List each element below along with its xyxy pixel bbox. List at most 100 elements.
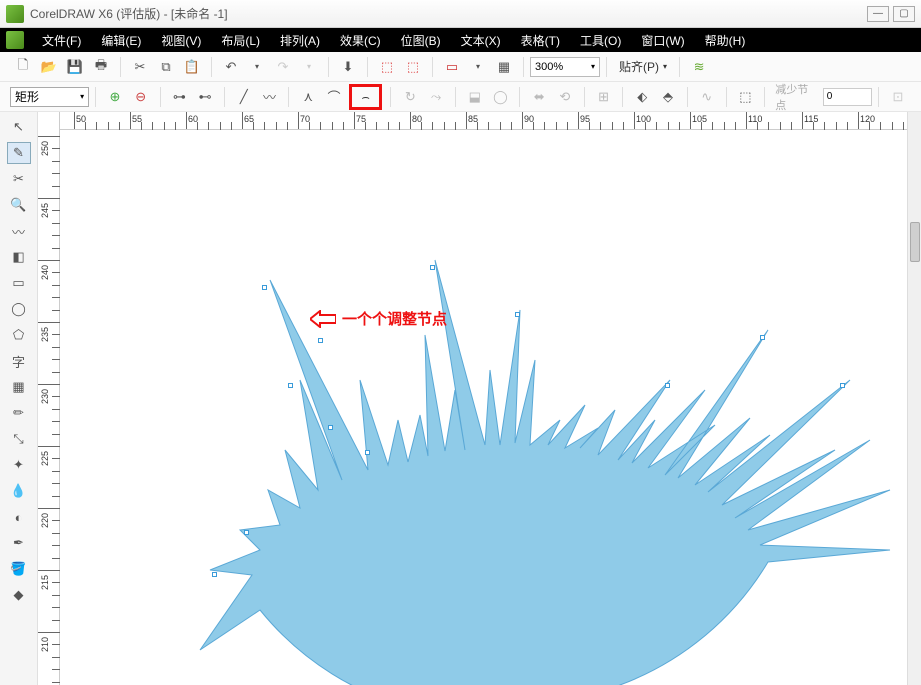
- zoom-tool-icon[interactable]: 🔍: [7, 194, 31, 216]
- reduce-nodes-label: 减少节点: [775, 81, 818, 113]
- edit-node[interactable]: [665, 383, 670, 388]
- edit-node[interactable]: [365, 450, 370, 455]
- delete-node-icon[interactable]: ⊖: [130, 86, 152, 108]
- elastic-mode-icon[interactable]: ∿: [696, 86, 718, 108]
- edit-node[interactable]: [318, 338, 323, 343]
- bounding-box-icon[interactable]: ⊡: [887, 86, 909, 108]
- freehand-tool-icon[interactable]: 〰: [7, 220, 31, 242]
- menu-arrange[interactable]: 排列(A): [270, 32, 330, 49]
- edit-node[interactable]: [262, 285, 267, 290]
- align-nodes-icon[interactable]: ⊞: [593, 86, 615, 108]
- edit-node[interactable]: [212, 572, 217, 577]
- paste-icon[interactable]: 📋: [181, 56, 203, 78]
- reflect-v-icon[interactable]: ⬘: [657, 86, 679, 108]
- redo-icon[interactable]: ↷: [272, 56, 294, 78]
- copy-icon[interactable]: ⧉: [155, 56, 177, 78]
- scrollbar-thumb[interactable]: [910, 222, 920, 262]
- add-node-icon[interactable]: ⊕: [104, 86, 126, 108]
- vruler-tick-label: 215: [40, 575, 50, 590]
- break-node-icon[interactable]: ⊷: [194, 86, 216, 108]
- stretch-nodes-icon[interactable]: ⬌: [528, 86, 550, 108]
- edit-node[interactable]: [328, 425, 333, 430]
- import-icon[interactable]: ⬇: [337, 56, 359, 78]
- reverse-dir-icon[interactable]: ↻: [399, 86, 421, 108]
- eyedropper-tool-icon[interactable]: 💧: [7, 480, 31, 502]
- undo-icon[interactable]: ↶: [220, 56, 242, 78]
- menu-table[interactable]: 表格(T): [511, 32, 570, 49]
- snap-menu[interactable]: 贴齐(P)▾: [613, 58, 673, 75]
- save-icon[interactable]: 💾: [64, 56, 86, 78]
- menu-help[interactable]: 帮助(H): [695, 32, 756, 49]
- menu-window[interactable]: 窗口(W): [631, 32, 694, 49]
- title-bar: CorelDRAW X6 (评估版) - [未命名 -1] — ▢: [0, 0, 921, 28]
- shape-tool-icon[interactable]: ✎: [7, 142, 31, 164]
- menu-edit[interactable]: 编辑(E): [91, 32, 151, 49]
- app-launcher-icon[interactable]: ⬚: [402, 56, 424, 78]
- canvas[interactable]: 50556065707580859095100105110115120: [60, 112, 907, 685]
- welcome-dropdown-icon[interactable]: ▾: [467, 56, 489, 78]
- fill-tool-icon[interactable]: 🪣: [7, 558, 31, 580]
- interactive-fill-tool-icon[interactable]: ◆: [7, 584, 31, 606]
- reduce-nodes-input[interactable]: 0: [823, 88, 872, 106]
- edit-node[interactable]: [760, 335, 765, 340]
- options2-icon[interactable]: ≋: [688, 56, 710, 78]
- minimize-button[interactable]: —: [867, 6, 889, 22]
- smooth-node-icon[interactable]: ⌒: [323, 86, 345, 108]
- edit-node[interactable]: [244, 530, 249, 535]
- arrow-left-icon: [310, 310, 336, 328]
- menu-text[interactable]: 文本(X): [451, 32, 511, 49]
- options-icon[interactable]: ▦: [493, 56, 515, 78]
- print-icon[interactable]: 🖶: [90, 56, 112, 78]
- menu-file[interactable]: 文件(F): [32, 32, 91, 49]
- left-toolbox: ↖ ✎ ✂ 🔍 〰 ◧ ▭ ◯ ⬠ 字 ▦ ✏ ⤡ ✦ 💧 ◐ ✒ 🪣 ◆: [0, 112, 38, 685]
- edit-node[interactable]: [840, 383, 845, 388]
- join-nodes-icon[interactable]: ⊶: [169, 86, 191, 108]
- connector-tool-icon[interactable]: ⤡: [7, 428, 31, 450]
- zoom-level-input[interactable]: 300%▾: [530, 57, 600, 77]
- vruler-tick-label: 250: [40, 141, 50, 156]
- smart-fill-tool-icon[interactable]: ◧: [7, 246, 31, 268]
- vertical-scrollbar[interactable]: [907, 112, 921, 685]
- menu-tools[interactable]: 工具(O): [570, 32, 631, 49]
- rectangle-tool-icon[interactable]: ▭: [7, 272, 31, 294]
- menu-bitmap[interactable]: 位图(B): [391, 32, 451, 49]
- maximize-button[interactable]: ▢: [893, 6, 915, 22]
- effects-tool-icon[interactable]: ✦: [7, 454, 31, 476]
- dimension-tool-icon[interactable]: ✏: [7, 402, 31, 424]
- extend-curve-icon[interactable]: ⤳: [425, 86, 447, 108]
- crop-tool-icon[interactable]: ✂: [7, 168, 31, 190]
- ellipse-tool-icon[interactable]: ◯: [7, 298, 31, 320]
- text-tool-icon[interactable]: 字: [7, 350, 31, 372]
- extract-subpath-icon[interactable]: ⬓: [464, 86, 486, 108]
- edit-node[interactable]: [288, 383, 293, 388]
- splash-shape[interactable]: [150, 130, 907, 685]
- doc-logo-icon: [6, 31, 24, 49]
- new-icon[interactable]: 🗋: [12, 56, 34, 78]
- transparency-tool-icon[interactable]: ◐: [7, 506, 31, 528]
- edit-node[interactable]: [515, 312, 520, 317]
- shape-preset-select[interactable]: 矩形▾: [10, 87, 89, 107]
- to-curve-icon[interactable]: 〰: [259, 86, 281, 108]
- menu-effects[interactable]: 效果(C): [330, 32, 391, 49]
- table-tool-icon[interactable]: ▦: [7, 376, 31, 398]
- menu-view[interactable]: 视图(V): [151, 32, 211, 49]
- redo-dropdown-icon[interactable]: ▾: [298, 56, 320, 78]
- to-line-icon[interactable]: ╱: [233, 86, 255, 108]
- hruler-tick-label: 100: [636, 114, 651, 124]
- welcome-icon[interactable]: ▭: [441, 56, 463, 78]
- edit-node[interactable]: [430, 265, 435, 270]
- reflect-h-icon[interactable]: ⬖: [631, 86, 653, 108]
- select-all-nodes-icon[interactable]: ⬚: [735, 86, 757, 108]
- pick-tool-icon[interactable]: ↖: [7, 116, 31, 138]
- search-content-icon[interactable]: ⬚: [376, 56, 398, 78]
- menu-layout[interactable]: 布局(L): [211, 32, 270, 49]
- undo-dropdown-icon[interactable]: ▾: [246, 56, 268, 78]
- polygon-tool-icon[interactable]: ⬠: [7, 324, 31, 346]
- outline-tool-icon[interactable]: ✒: [7, 532, 31, 554]
- symmetrical-node-button[interactable]: ⌢: [349, 84, 383, 110]
- cut-icon[interactable]: ✂: [129, 56, 151, 78]
- close-curve-icon[interactable]: ◯: [490, 86, 512, 108]
- open-icon[interactable]: 📂: [38, 56, 60, 78]
- cusp-node-icon[interactable]: ⋏: [297, 86, 319, 108]
- rotate-nodes-icon[interactable]: ⟲: [554, 86, 576, 108]
